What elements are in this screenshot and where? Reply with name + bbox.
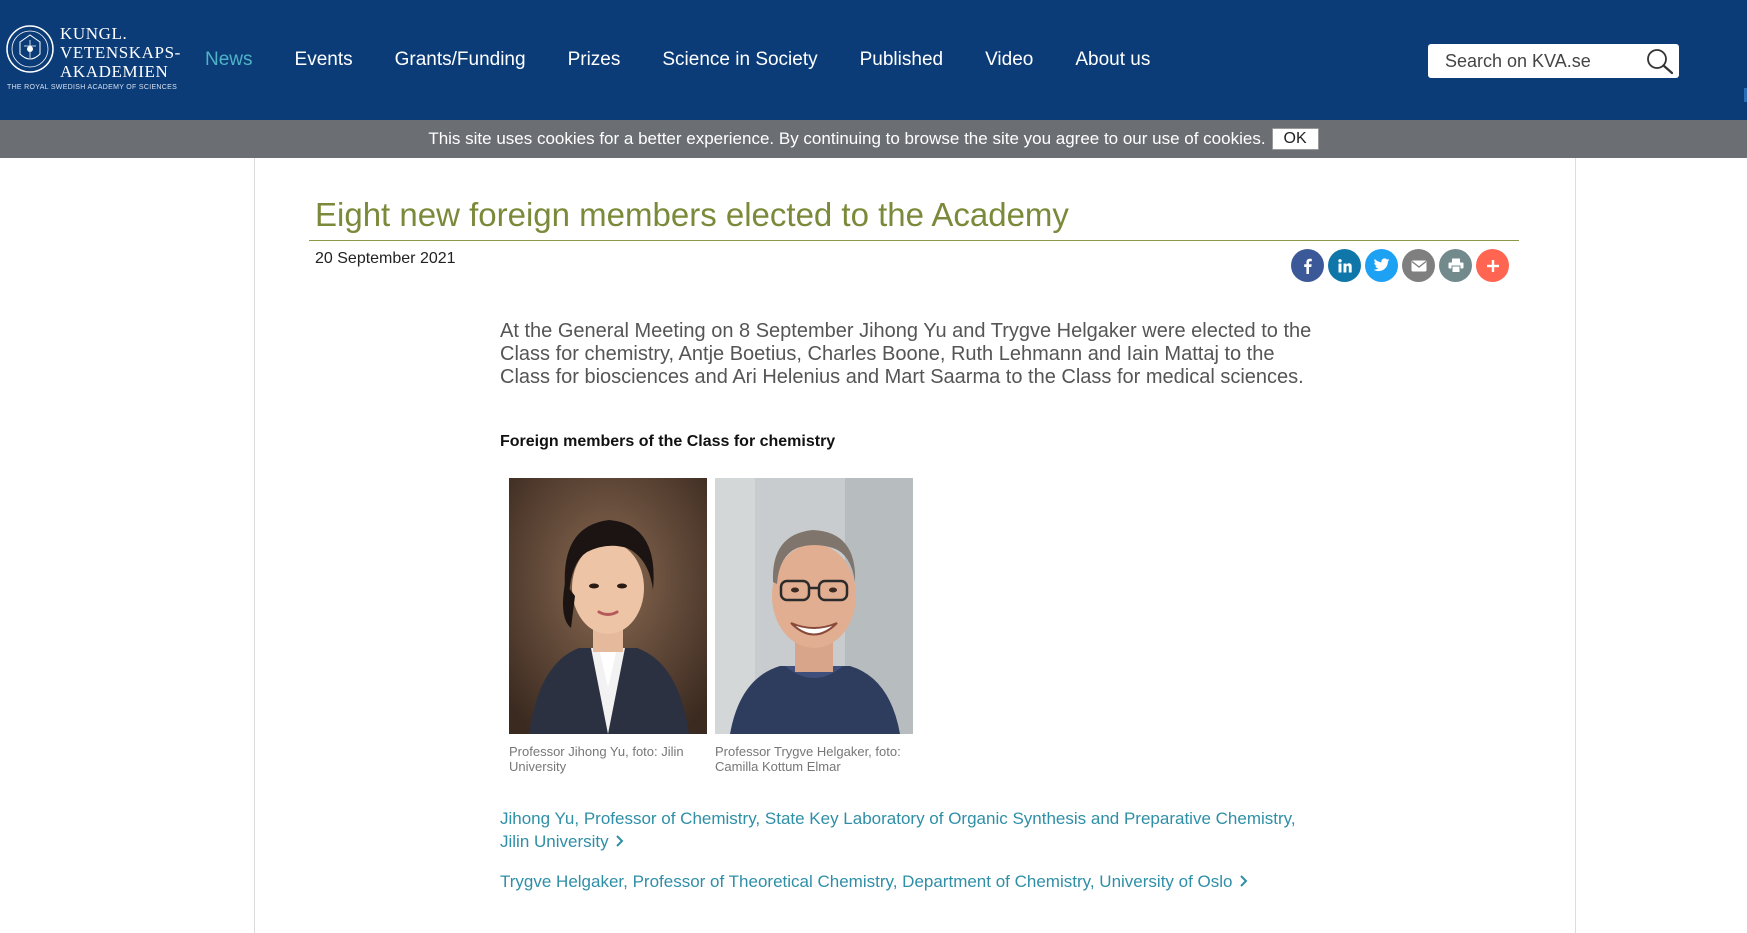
- chevron-right-icon: [1239, 875, 1247, 887]
- nav-item-video[interactable]: Video: [985, 49, 1033, 70]
- portrait-photo-jihong-yu: [509, 478, 707, 734]
- photo-caption: Professor Trygve Helgaker, foto: Camilla…: [715, 744, 901, 774]
- logo-line: AKADEMIEN: [60, 62, 169, 81]
- section-heading: Foreign members of the Class for chemist…: [500, 433, 836, 450]
- logo-line: KUNGL.: [60, 24, 128, 43]
- logo-line: VETENSKAPS-: [60, 43, 181, 62]
- share-twitter-button[interactable]: [1365, 249, 1398, 282]
- search-box: [1428, 44, 1679, 78]
- link-text: Trygve Helgaker, Professor of Theoretica…: [500, 872, 1233, 891]
- share-linkedin-button[interactable]: [1328, 249, 1361, 282]
- linkedin-icon: [1337, 258, 1352, 272]
- chevron-right-icon: [615, 835, 624, 847]
- main-nav: News Events Grants/Funding Prizes Scienc…: [205, 0, 1150, 120]
- search-input[interactable]: [1428, 44, 1645, 78]
- facebook-icon: [1303, 258, 1312, 274]
- twitter-icon: [1373, 258, 1390, 272]
- search-button[interactable]: [1645, 47, 1675, 75]
- page-title: Eight new foreign members elected to the…: [315, 196, 1069, 233]
- member-link-trygve-helgaker[interactable]: Trygve Helgaker, Professor of Theoretica…: [500, 870, 1320, 893]
- share-email-button[interactable]: [1402, 249, 1435, 282]
- logo-subtitle: THE ROYAL SWEDISH ACADEMY OF SCIENCES: [7, 84, 178, 91]
- share-facebook-button[interactable]: [1291, 249, 1324, 282]
- academy-logo[interactable]: KUNGL. VETENSKAPS- AKADEMIEN THE ROYAL S…: [6, 22, 180, 102]
- nav-item-news[interactable]: News: [205, 49, 253, 70]
- nav-item-about-us[interactable]: About us: [1075, 49, 1150, 70]
- title-divider: [309, 240, 1519, 241]
- logo-wordmark: KUNGL. VETENSKAPS- AKADEMIEN: [60, 24, 181, 81]
- share-bar: [1291, 249, 1509, 282]
- nav-item-science-in-society[interactable]: Science in Society: [662, 49, 817, 70]
- site-header: KUNGL. VETENSKAPS- AKADEMIEN THE ROYAL S…: [0, 0, 1747, 120]
- print-button[interactable]: [1439, 249, 1472, 282]
- nav-item-published[interactable]: Published: [860, 49, 943, 70]
- share-more-button[interactable]: [1476, 249, 1509, 282]
- member-link-jihong-yu[interactable]: Jihong Yu, Professor of Chemistry, State…: [500, 807, 1320, 853]
- nav-item-events[interactable]: Events: [295, 49, 353, 70]
- publish-date: 20 September 2021: [315, 250, 456, 267]
- cookie-ok-button[interactable]: OK: [1271, 128, 1319, 150]
- seal-icon: [6, 25, 54, 73]
- portrait-photo-trygve-helgaker: [715, 478, 913, 734]
- article-lead: At the General Meeting on 8 September Ji…: [500, 320, 1312, 388]
- nav-item-grants-funding[interactable]: Grants/Funding: [395, 49, 526, 70]
- photo-caption: Professor Jihong Yu, foto: Jilin Univers…: [509, 744, 684, 774]
- cookie-banner: This site uses cookies for a better expe…: [0, 120, 1747, 158]
- cookie-message: This site uses cookies for a better expe…: [428, 129, 1266, 148]
- plus-icon: [1486, 259, 1499, 272]
- print-icon: [1448, 258, 1463, 273]
- search-icon: [1647, 49, 1674, 75]
- email-icon: [1411, 260, 1426, 271]
- nav-item-prizes[interactable]: Prizes: [568, 49, 621, 70]
